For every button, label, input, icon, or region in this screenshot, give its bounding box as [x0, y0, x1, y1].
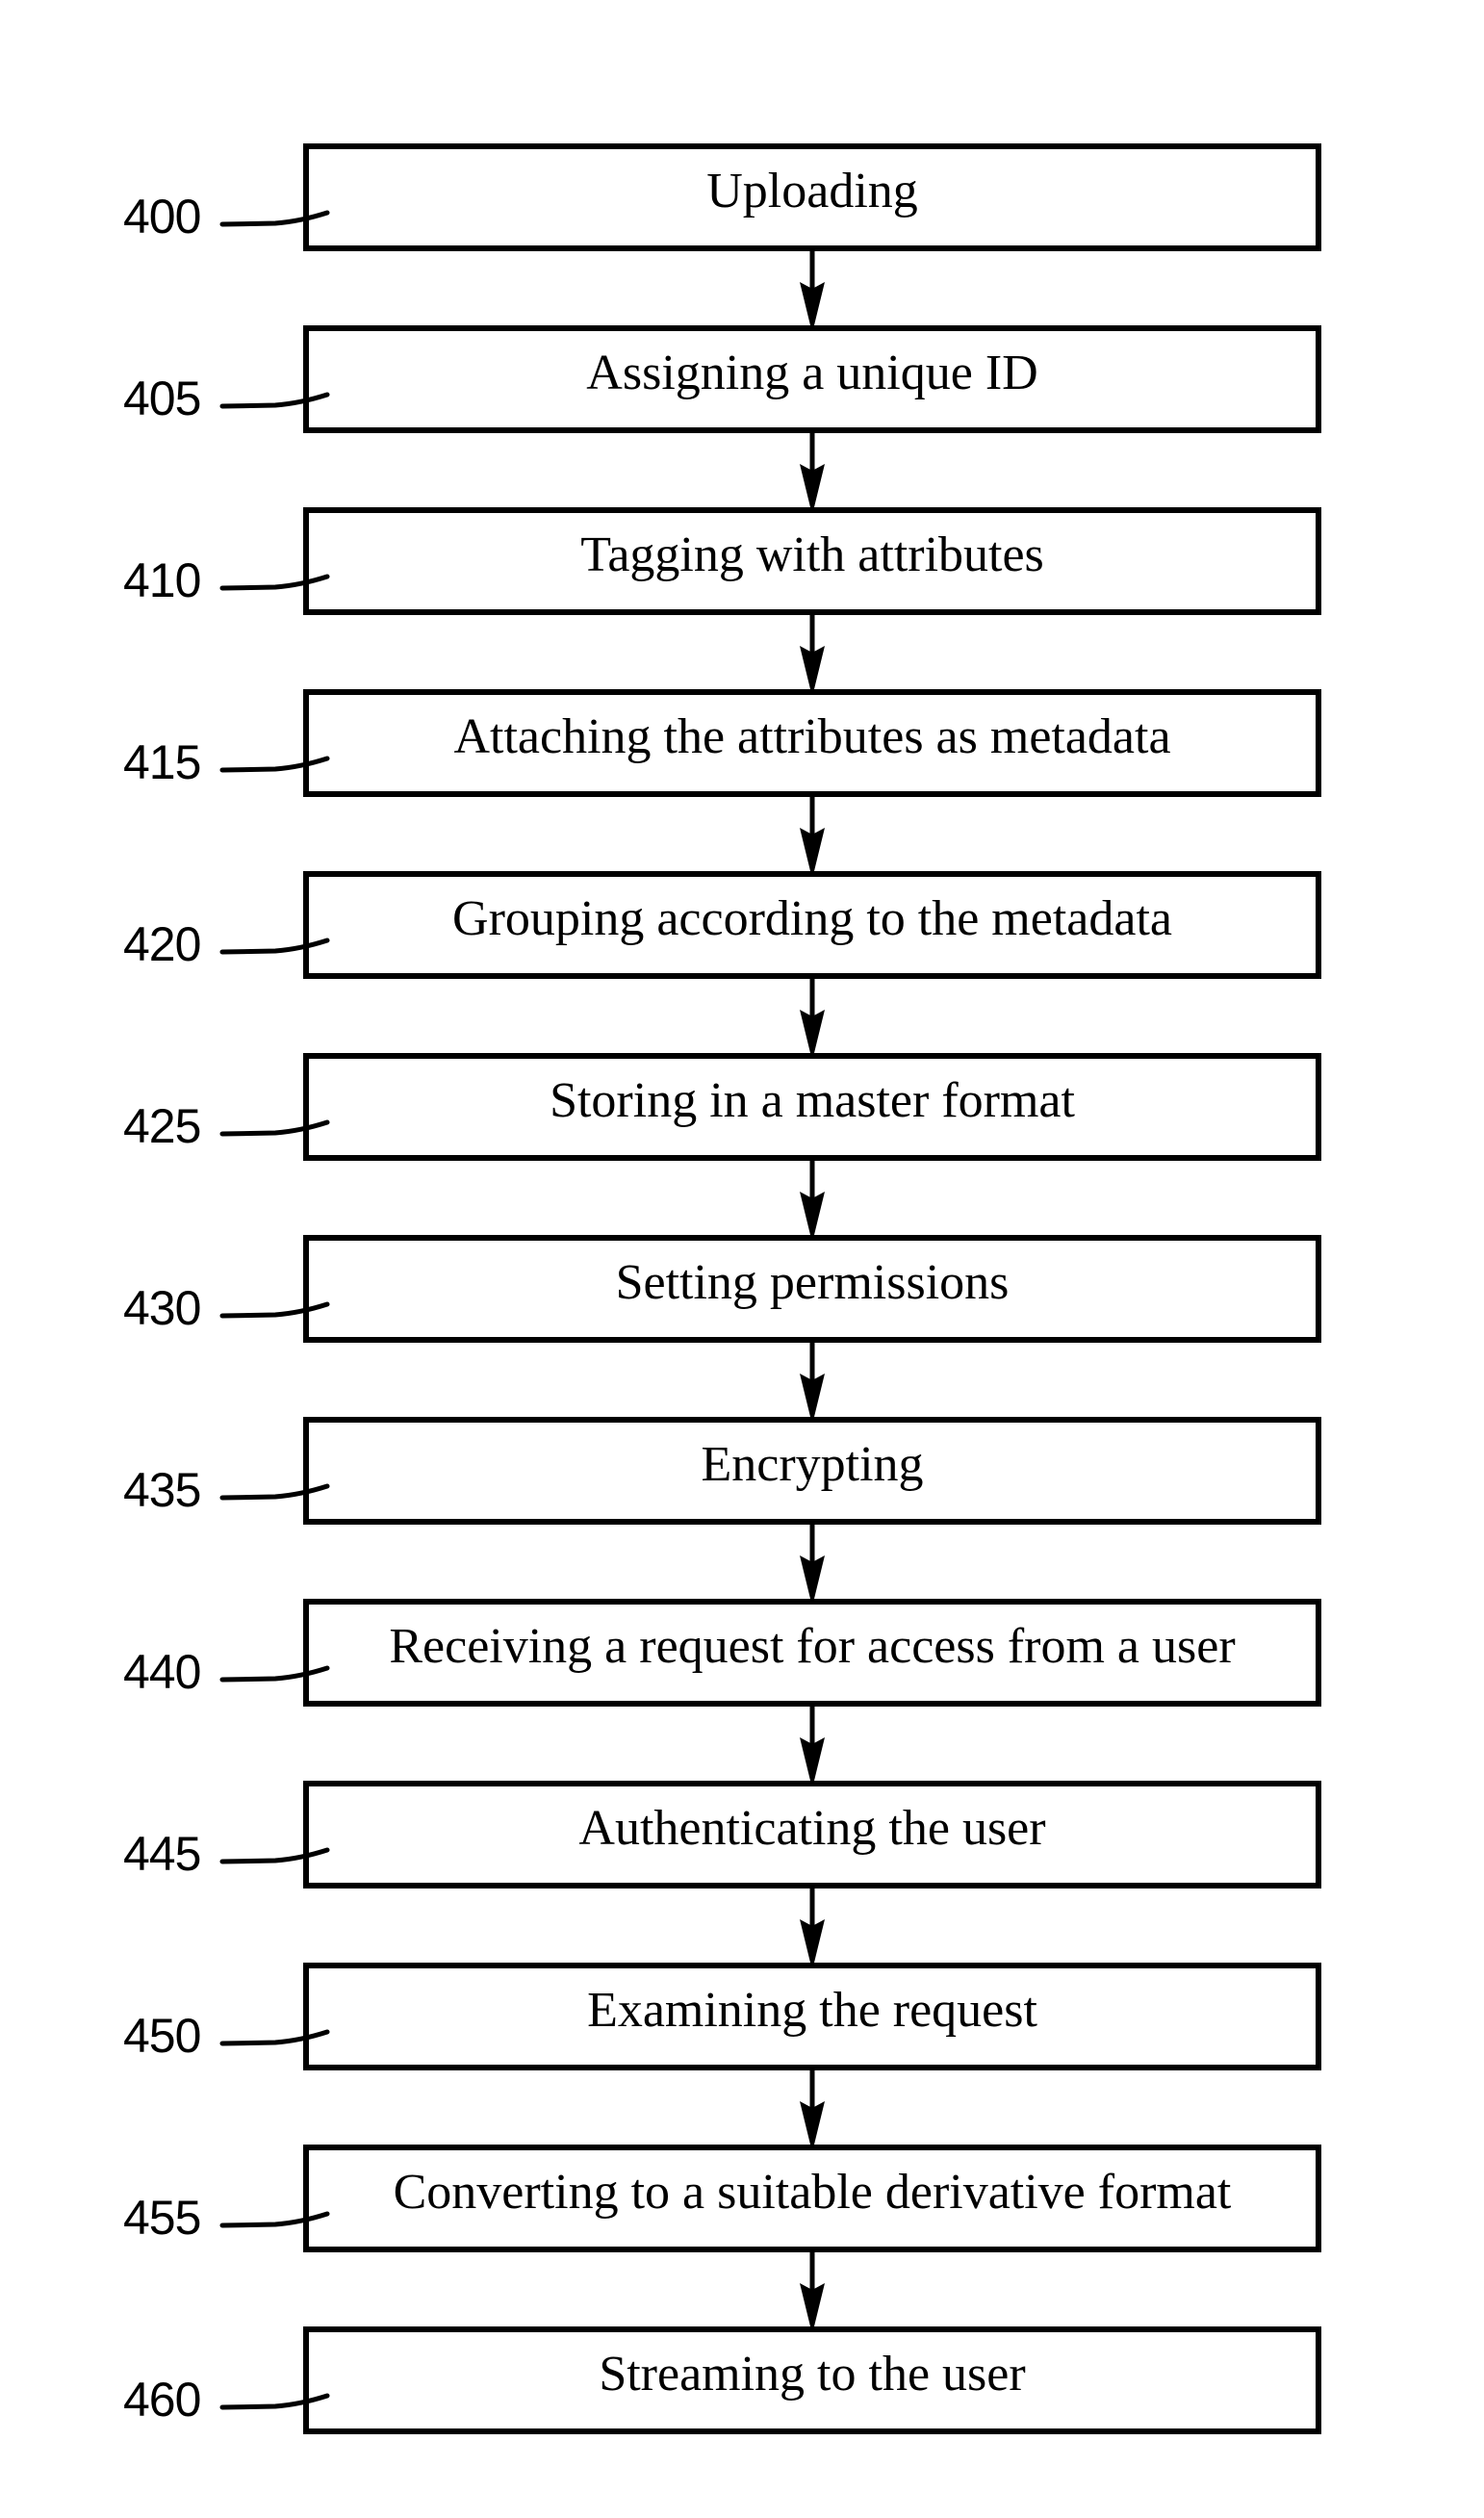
- step-box-405: Assigning a unique ID: [303, 325, 1321, 433]
- arrowhead-icon: [800, 2101, 825, 2145]
- step-reference-number: 440: [123, 1645, 201, 1699]
- flow-arrow-440-to-445: [800, 1707, 825, 1781]
- step-box-435: Encrypting: [303, 1417, 1321, 1525]
- step-label: Setting permissions: [615, 1255, 1010, 1310]
- step-reference-number: 400: [123, 190, 201, 244]
- flow-arrow-430-to-435: [800, 1343, 825, 1417]
- step-box-440: Receiving a request for access from a us…: [303, 1599, 1321, 1707]
- flow-arrow-410-to-415: [800, 615, 825, 689]
- flow-arrow-405-to-410: [800, 433, 825, 507]
- step-label: Grouping according to the metadata: [452, 891, 1172, 946]
- arrowhead-icon: [800, 1374, 825, 1417]
- flow-arrow-445-to-450: [800, 1888, 825, 1963]
- step-reference-number: 445: [123, 1827, 201, 1881]
- step-reference-number: 455: [123, 2191, 201, 2245]
- step-reference-number: 415: [123, 735, 201, 789]
- step-reference-number: 450: [123, 2009, 201, 2063]
- arrowhead-icon: [800, 1192, 825, 1235]
- step-label: Converting to a suitable derivative form…: [393, 2165, 1232, 2220]
- step-box-410: Tagging with attributes: [303, 507, 1321, 615]
- arrowhead-icon: [800, 1010, 825, 1053]
- arrowhead-icon: [800, 464, 825, 507]
- step-label: Uploading: [706, 164, 918, 218]
- step-box-415: Attaching the attributes as metadata: [303, 689, 1321, 797]
- step-reference-number: 410: [123, 553, 201, 607]
- step-label: Assigning a unique ID: [586, 346, 1038, 400]
- step-reference-number: 405: [123, 372, 201, 425]
- step-box-450: Examining the request: [303, 1963, 1321, 2070]
- step-label: Storing in a master format: [550, 1073, 1075, 1128]
- step-label: Authenticating the user: [578, 1801, 1046, 1856]
- step-box-430: Setting permissions: [303, 1235, 1321, 1343]
- arrowhead-icon: [800, 282, 825, 325]
- flow-arrow-425-to-430: [800, 1161, 825, 1235]
- arrowhead-icon: [800, 1737, 825, 1781]
- step-box-420: Grouping according to the metadata: [303, 871, 1321, 979]
- flow-arrow-435-to-440: [800, 1525, 825, 1599]
- step-reference-number: 430: [123, 1281, 201, 1335]
- flow-arrow-415-to-420: [800, 797, 825, 871]
- step-reference-number: 460: [123, 2373, 201, 2427]
- arrowhead-icon: [800, 828, 825, 871]
- step-label: Examining the request: [587, 1983, 1037, 2038]
- step-label: Tagging with attributes: [580, 527, 1044, 582]
- flow-arrow-450-to-455: [800, 2070, 825, 2145]
- step-label: Encrypting: [701, 1437, 924, 1492]
- arrowhead-icon: [800, 1555, 825, 1599]
- step-box-445: Authenticating the user: [303, 1781, 1321, 1888]
- flow-arrow-400-to-405: [800, 251, 825, 325]
- step-box-425: Storing in a master format: [303, 1053, 1321, 1161]
- step-label: Receiving a request for access from a us…: [389, 1619, 1236, 1674]
- arrowhead-icon: [800, 1919, 825, 1963]
- step-reference-number: 435: [123, 1463, 201, 1517]
- step-box-455: Converting to a suitable derivative form…: [303, 2145, 1321, 2252]
- flowchart: Uploading 400 Assigning a unique ID 405 Tagg…: [0, 0, 1484, 2518]
- flow-arrow-455-to-460: [800, 2252, 825, 2326]
- step-reference-number: 425: [123, 1099, 201, 1153]
- flow-arrow-420-to-425: [800, 979, 825, 1053]
- step-box-460: Streaming to the user: [303, 2326, 1321, 2434]
- arrowhead-icon: [800, 2283, 825, 2326]
- step-label: Attaching the attributes as metadata: [453, 709, 1171, 764]
- step-reference-number: 420: [123, 917, 201, 971]
- arrowhead-icon: [800, 646, 825, 689]
- step-label: Streaming to the user: [599, 2347, 1026, 2402]
- step-box-400: Uploading: [303, 143, 1321, 251]
